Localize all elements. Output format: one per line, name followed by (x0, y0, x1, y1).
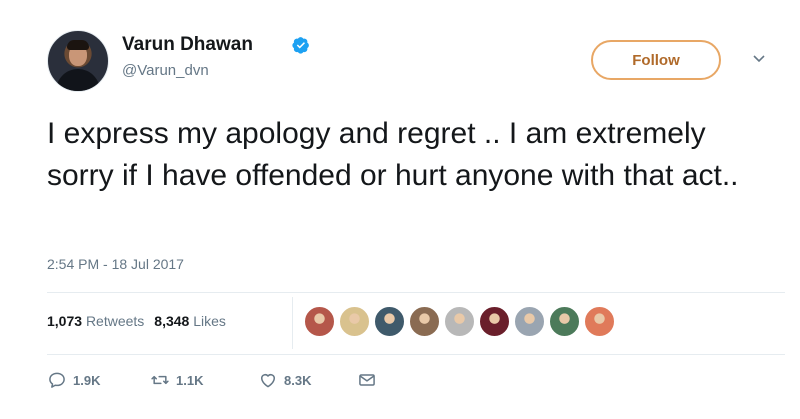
heart-icon (261, 374, 275, 388)
liker-avatar[interactable] (549, 306, 580, 337)
liker-avatar[interactable] (409, 306, 440, 337)
liker-avatar[interactable] (584, 306, 615, 337)
likes-stat[interactable]: 8,348 Likes (154, 313, 226, 329)
likes-count: 8,348 (154, 313, 190, 329)
avatar-shirt (56, 69, 100, 91)
reply-button[interactable]: 1.9K (47, 369, 100, 391)
envelope-icon (359, 374, 375, 386)
user-avatar[interactable] (47, 30, 109, 92)
liker-avatar[interactable] (479, 306, 510, 337)
retweet-button[interactable]: 1.1K (150, 369, 203, 391)
chevron-down-icon[interactable] (752, 52, 766, 66)
tweet-text: I express my apology and regret .. I am … (47, 117, 739, 192)
display-name[interactable]: Varun Dhawan (122, 34, 253, 56)
retweet-count: 1.1K (176, 372, 204, 388)
avatar-hair (67, 40, 89, 50)
divider-top (47, 292, 785, 293)
likes-label: Likes (193, 313, 226, 329)
like-button[interactable]: 8.3K (258, 369, 311, 391)
like-count: 8.3K (284, 372, 312, 388)
retweets-count: 1,073 (47, 313, 83, 329)
direct-message-button[interactable] (357, 369, 377, 391)
user-handle[interactable]: @Varun_dvn (122, 62, 209, 79)
liker-avatar[interactable] (304, 306, 335, 337)
engagement-stats: 1,073 Retweets 8,348 Likes (47, 313, 226, 329)
liker-avatar[interactable] (374, 306, 405, 337)
verified-badge-icon (292, 37, 309, 54)
reply-count: 1.9K (73, 372, 101, 388)
tweet-card: Varun Dhawan @Varun_dvn Follow I express… (0, 0, 800, 419)
retweets-stat[interactable]: 1,073 Retweets (47, 313, 144, 329)
liker-avatar[interactable] (339, 306, 370, 337)
follow-button[interactable]: Follow (591, 40, 721, 80)
reply-icon (49, 372, 65, 388)
liker-avatar[interactable] (514, 306, 545, 337)
liker-avatar[interactable] (444, 306, 475, 337)
retweet-icon (151, 375, 169, 385)
tweet-timestamp[interactable]: 2:54 PM - 18 Jul 2017 (47, 256, 184, 272)
divider-bottom (47, 354, 785, 355)
stats-separator (292, 297, 293, 349)
retweets-label: Retweets (85, 313, 145, 329)
